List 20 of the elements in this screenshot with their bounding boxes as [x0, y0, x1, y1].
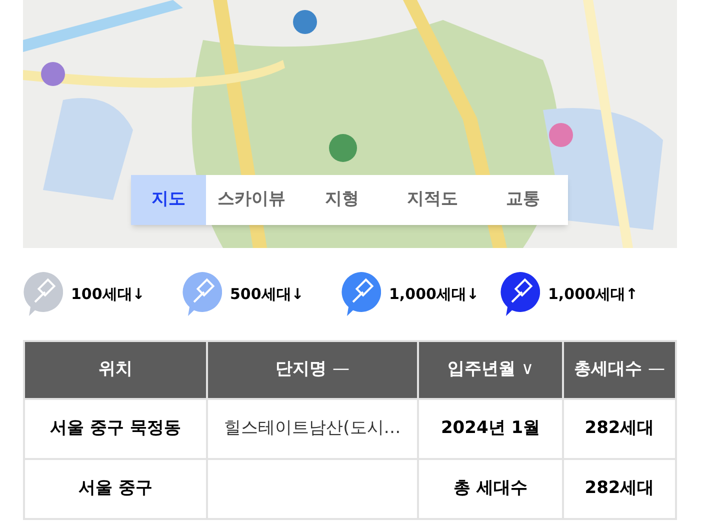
column-header[interactable]: 총세대수 — — [564, 342, 675, 398]
map-tab[interactable]: 지형 — [296, 175, 387, 225]
column-header[interactable]: 입주년월 ∨ — [419, 342, 562, 398]
table-cell: 총 세대수 — [419, 460, 562, 518]
map-tab[interactable]: 지도 — [131, 175, 206, 225]
map-tab[interactable]: 스카이뷰 — [206, 175, 296, 225]
legend-label: 1,000세대↑ — [548, 284, 638, 305]
column-header[interactable]: 단지명 — — [208, 342, 417, 398]
table-cell: 2024년 1월 — [419, 400, 562, 458]
table-cell: 서울 중구 — [25, 460, 206, 518]
column-header[interactable]: 위치 — [25, 342, 206, 398]
table-cell: 힐스테이트남산(도시… — [208, 400, 417, 458]
table-cell: 서울 중구 묵정동 — [25, 400, 206, 458]
table-cell: 282세대 — [564, 400, 675, 458]
table-cell: 282세대 — [564, 460, 675, 518]
legend-label: 500세대↓ — [230, 284, 304, 305]
legend-label: 100세대↓ — [71, 284, 145, 305]
map-tab[interactable]: 교통 — [478, 175, 568, 225]
legend-label: 1,000세대↓ — [389, 284, 480, 305]
map-tab[interactable]: 지적도 — [387, 175, 478, 225]
